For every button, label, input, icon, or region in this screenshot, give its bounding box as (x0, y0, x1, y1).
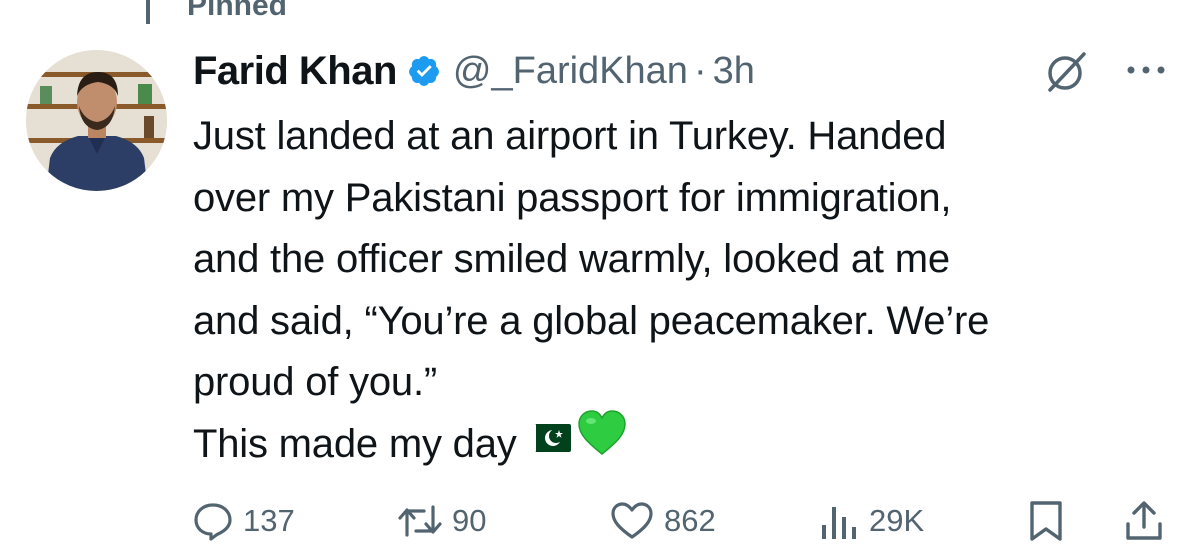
tweet-card: Pinned Farid Khan @_FaridKhan · 3h Just … (0, 0, 1199, 544)
author-name[interactable]: Farid Khan (193, 49, 397, 94)
like-count: 862 (664, 503, 716, 538)
tweet-last-line: This made my day (193, 409, 1173, 479)
bookmark-icon (1028, 500, 1064, 542)
tweet-text-line: and said, “You’re a global peacemaker. W… (193, 298, 990, 343)
tweet-text-line: proud of you.” (193, 360, 438, 404)
repost-icon (398, 501, 442, 541)
pakistan-flag-icon (524, 411, 571, 473)
views-icon (819, 501, 859, 541)
repost-count: 90 (452, 503, 487, 538)
tweet-header: Farid Khan @_FaridKhan · 3h (193, 46, 755, 96)
heart-icon (610, 501, 654, 541)
tweet-timestamp[interactable]: 3h (713, 50, 755, 93)
tweet-text: Just landed at an airport in Turkey. Han… (193, 106, 1173, 478)
green-heart-icon (577, 409, 627, 475)
pin-icon (133, 0, 163, 26)
header-separator: · (693, 49, 707, 92)
share-button[interactable] (1124, 498, 1164, 544)
tweet-text-line: This made my day (193, 421, 517, 466)
author-handle[interactable]: @_FaridKhan (453, 50, 688, 93)
views-button[interactable]: 29K (819, 498, 924, 544)
share-icon (1124, 500, 1164, 542)
verified-badge-icon[interactable] (407, 54, 441, 88)
reply-count: 137 (243, 503, 295, 538)
grok-icon[interactable] (1044, 50, 1088, 99)
reply-icon (193, 501, 233, 541)
tweet-text-line: and the officer smiled warmly, looked at… (193, 237, 950, 281)
pinned-label: Pinned (187, 0, 288, 22)
pinned-indicator: Pinned (133, 0, 287, 26)
reply-button[interactable]: 137 (193, 498, 295, 544)
more-options-icon[interactable] (1125, 63, 1167, 81)
like-button[interactable]: 862 (610, 498, 716, 544)
avatar[interactable] (26, 50, 167, 191)
bookmark-button[interactable] (1028, 498, 1064, 544)
emoji-row (524, 409, 627, 475)
tweet-actions: 137 90 862 29K (0, 498, 1199, 544)
tweet-text-line: Just landed at an airport in Turkey. Han… (193, 114, 947, 158)
tweet-text-line: over my Pakistani passport for immigrati… (193, 175, 952, 220)
views-count: 29K (869, 503, 925, 538)
repost-button[interactable]: 90 (398, 498, 486, 544)
